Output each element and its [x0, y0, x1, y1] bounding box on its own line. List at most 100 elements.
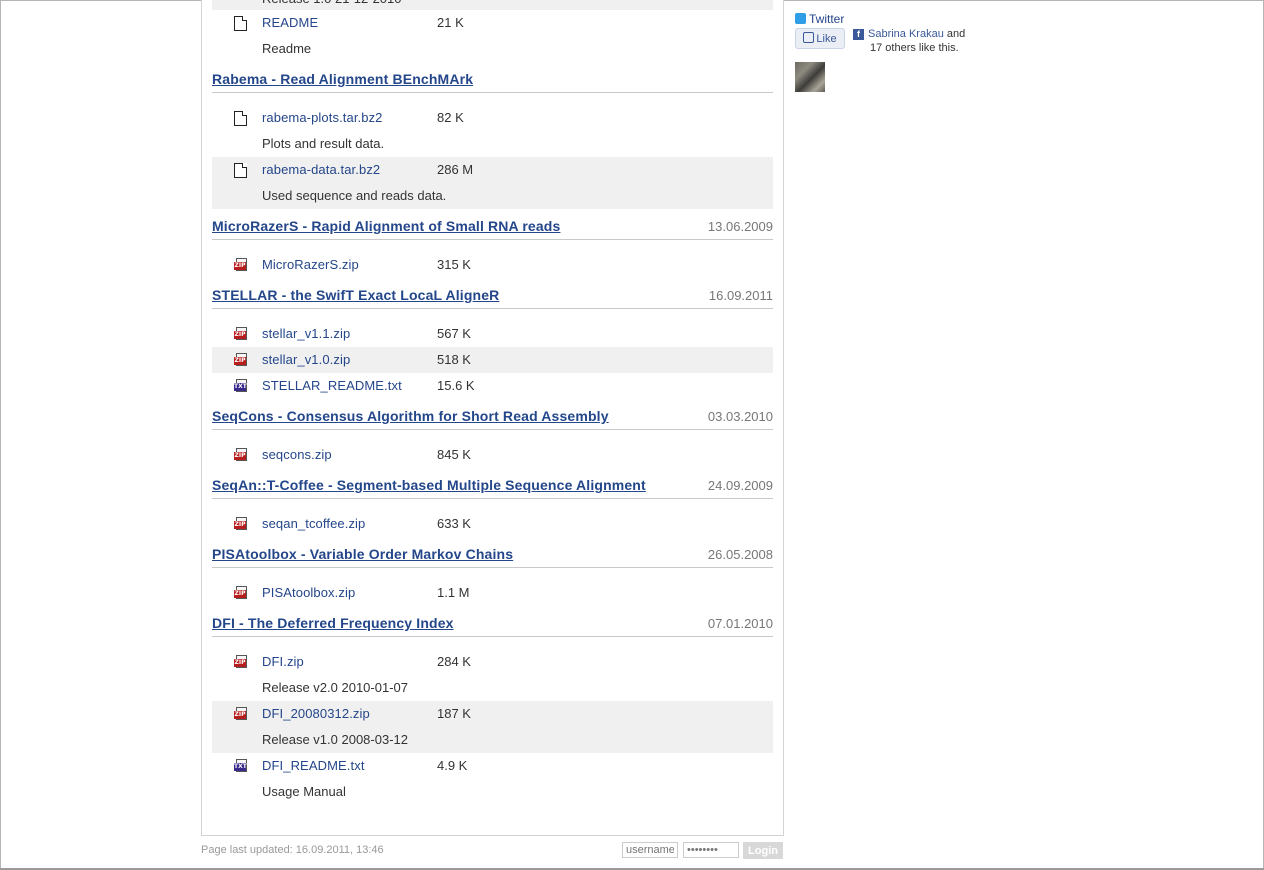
file-link[interactable]: seqan_tcoffee.zip [262, 516, 365, 531]
file-entry: rabema-plots.tar.bz2 82 K Plots and result… [212, 105, 773, 157]
file-entry: TXT DFI_README.txt 4.9 K Usage Manual [212, 753, 773, 805]
file-description: Used sequence and reads data. [262, 188, 447, 203]
file-description: Release v1.0 2008-03-12 [262, 732, 408, 747]
file-entry: TXT STELLAR_README.txt 15.6 K [212, 373, 773, 399]
zip-file-icon: ZIP [234, 707, 249, 720]
partial-description-row: Release 1.0 21-12-2010 [212, 0, 773, 10]
file-link[interactable]: seqcons.zip [262, 447, 332, 462]
section-date: 16.09.2011 [708, 288, 773, 303]
downloads-list: Release 1.0 21-12-2010 README 21 K Readm… [212, 0, 773, 805]
txt-file-icon: TXT [234, 759, 249, 772]
file-entry: ZIP MicroRazerS.zip 315 K [212, 252, 773, 278]
zip-file-icon: ZIP [234, 327, 249, 340]
downloads-content-panel: Release 1.0 21-12-2010 README 21 K Readm… [201, 0, 784, 836]
file-size: 286 M [437, 162, 474, 177]
document-icon [234, 16, 247, 31]
file-row: ZIP seqan_tcoffee.zip 633 K [212, 511, 773, 537]
file-link[interactable]: MicroRazerS.zip [262, 257, 359, 272]
file-size: 1.1 M [437, 585, 470, 600]
section-date: 26.05.2008 [707, 547, 773, 562]
avatar[interactable] [795, 62, 825, 92]
partial-description: Release 1.0 21-12-2010 [212, 0, 402, 8]
file-size: 633 K [437, 516, 471, 531]
file-entry: ZIP DFI_20080312.zip 187 K Release v1.0 200… [212, 701, 773, 753]
thumbs-up-icon [803, 32, 815, 43]
file-row: ZIP MicroRazerS.zip 315 K [212, 252, 773, 278]
section-date: 24.09.2009 [707, 478, 773, 493]
file-row: rabema-plots.tar.bz2 82 K [212, 105, 773, 131]
file-link[interactable]: stellar_v1.1.zip [262, 326, 350, 341]
section-header: STELLAR - the SwifT Exact LocaL AligneR 1… [212, 284, 773, 309]
section-title[interactable]: STELLAR - the SwifT Exact LocaL AligneR [212, 287, 499, 303]
file-row: TXT STELLAR_README.txt 15.6 K [212, 373, 773, 399]
zip-file-icon: ZIP [234, 517, 249, 530]
section-header: SeqCons - Consensus Algorithm for Short … [212, 405, 773, 430]
zip-file-icon: ZIP [234, 353, 249, 366]
file-entry: ZIP stellar_v1.1.zip 567 K [212, 321, 773, 347]
file-size: 15.6 K [437, 378, 475, 393]
section-title[interactable]: SeqAn::T-Coffee - Segment-based Multiple… [212, 477, 646, 493]
file-row: ZIP stellar_v1.1.zip 567 K [212, 321, 773, 347]
file-link[interactable]: PISAtoolbox.zip [262, 585, 355, 600]
section-title[interactable]: MicroRazerS - Rapid Alignment of Small R… [212, 218, 560, 234]
section-header: DFI - The Deferred Frequency Index 07.01.… [212, 612, 773, 637]
file-link-readme[interactable]: README [262, 15, 318, 30]
document-icon [234, 163, 247, 178]
file-link[interactable]: DFI_20080312.zip [262, 706, 370, 721]
zip-file-icon: ZIP [234, 655, 249, 668]
sections-container: Rabema - Read Alignment BEnchMArk rabema-… [212, 68, 773, 805]
section-date: 07.01.2010 [707, 616, 773, 631]
file-link[interactable]: STELLAR_README.txt [262, 378, 402, 393]
zip-file-icon: ZIP [234, 258, 249, 271]
file-row: ZIP stellar_v1.0.zip 518 K [212, 347, 773, 373]
file-link[interactable]: DFI_README.txt [262, 758, 365, 773]
file-entry: ZIP PISAtoolbox.zip 1.1 M [212, 580, 773, 606]
file-size: 21 K [437, 15, 464, 30]
file-entry: ZIP DFI.zip 284 K Release v2.0 2010-01-07 [212, 649, 773, 701]
file-link[interactable]: DFI.zip [262, 654, 304, 669]
twitter-link[interactable]: Twitter [795, 12, 844, 26]
section-title[interactable]: Rabema - Read Alignment BEnchMArk [212, 71, 473, 87]
file-entry: ZIP stellar_v1.0.zip 518 K [212, 347, 773, 373]
fb-and-text: and [943, 28, 966, 40]
file-description: Release v2.0 2010-01-07 [262, 680, 408, 695]
section-header: MicroRazerS - Rapid Alignment of Small R… [212, 215, 773, 240]
section-title[interactable]: DFI - The Deferred Frequency Index [212, 615, 454, 631]
file-row: ZIP DFI_20080312.zip 187 K [212, 701, 773, 727]
file-row: rabema-data.tar.bz2 286 M [212, 157, 773, 183]
section-header: PISAtoolbox - Variable Order Markov Chai… [212, 543, 773, 568]
login-button[interactable]: Login [743, 842, 783, 859]
file-link[interactable]: stellar_v1.0.zip [262, 352, 350, 367]
section-title[interactable]: SeqCons - Consensus Algorithm for Short … [212, 408, 609, 424]
file-size: 187 K [437, 706, 471, 721]
fb-others-text: 17 others like this. [870, 42, 959, 54]
file-link[interactable]: rabema-data.tar.bz2 [262, 162, 380, 177]
file-row: ZIP PISAtoolbox.zip 1.1 M [212, 580, 773, 606]
window-frame-left [0, 0, 1, 870]
file-size: 4.9 K [437, 758, 468, 773]
file-size: 315 K [437, 257, 471, 272]
facebook-user-link[interactable]: Sabrina Krakau [868, 28, 944, 40]
username-input[interactable] [622, 842, 678, 858]
twitter-label: Twitter [809, 12, 845, 26]
password-input[interactable] [683, 842, 739, 858]
section-date: 03.03.2010 [707, 409, 773, 424]
like-label: Like [816, 33, 837, 45]
file-size: 518 K [437, 352, 471, 367]
section-header: Rabema - Read Alignment BEnchMArk [212, 68, 773, 93]
file-row: README 21 K [212, 10, 773, 36]
file-size: 82 K [437, 110, 464, 125]
file-link[interactable]: rabema-plots.tar.bz2 [262, 110, 383, 125]
section-title[interactable]: PISAtoolbox - Variable Order Markov Chai… [212, 546, 513, 562]
file-size: 567 K [437, 326, 471, 341]
zip-file-icon: ZIP [234, 586, 249, 599]
facebook-like-button[interactable]: Like [795, 28, 845, 49]
file-row: TXT DFI_README.txt 4.9 K [212, 753, 773, 779]
twitter-icon [795, 13, 806, 24]
file-description: Usage Manual [262, 784, 346, 799]
file-entry: ZIP seqcons.zip 845 K [212, 442, 773, 468]
